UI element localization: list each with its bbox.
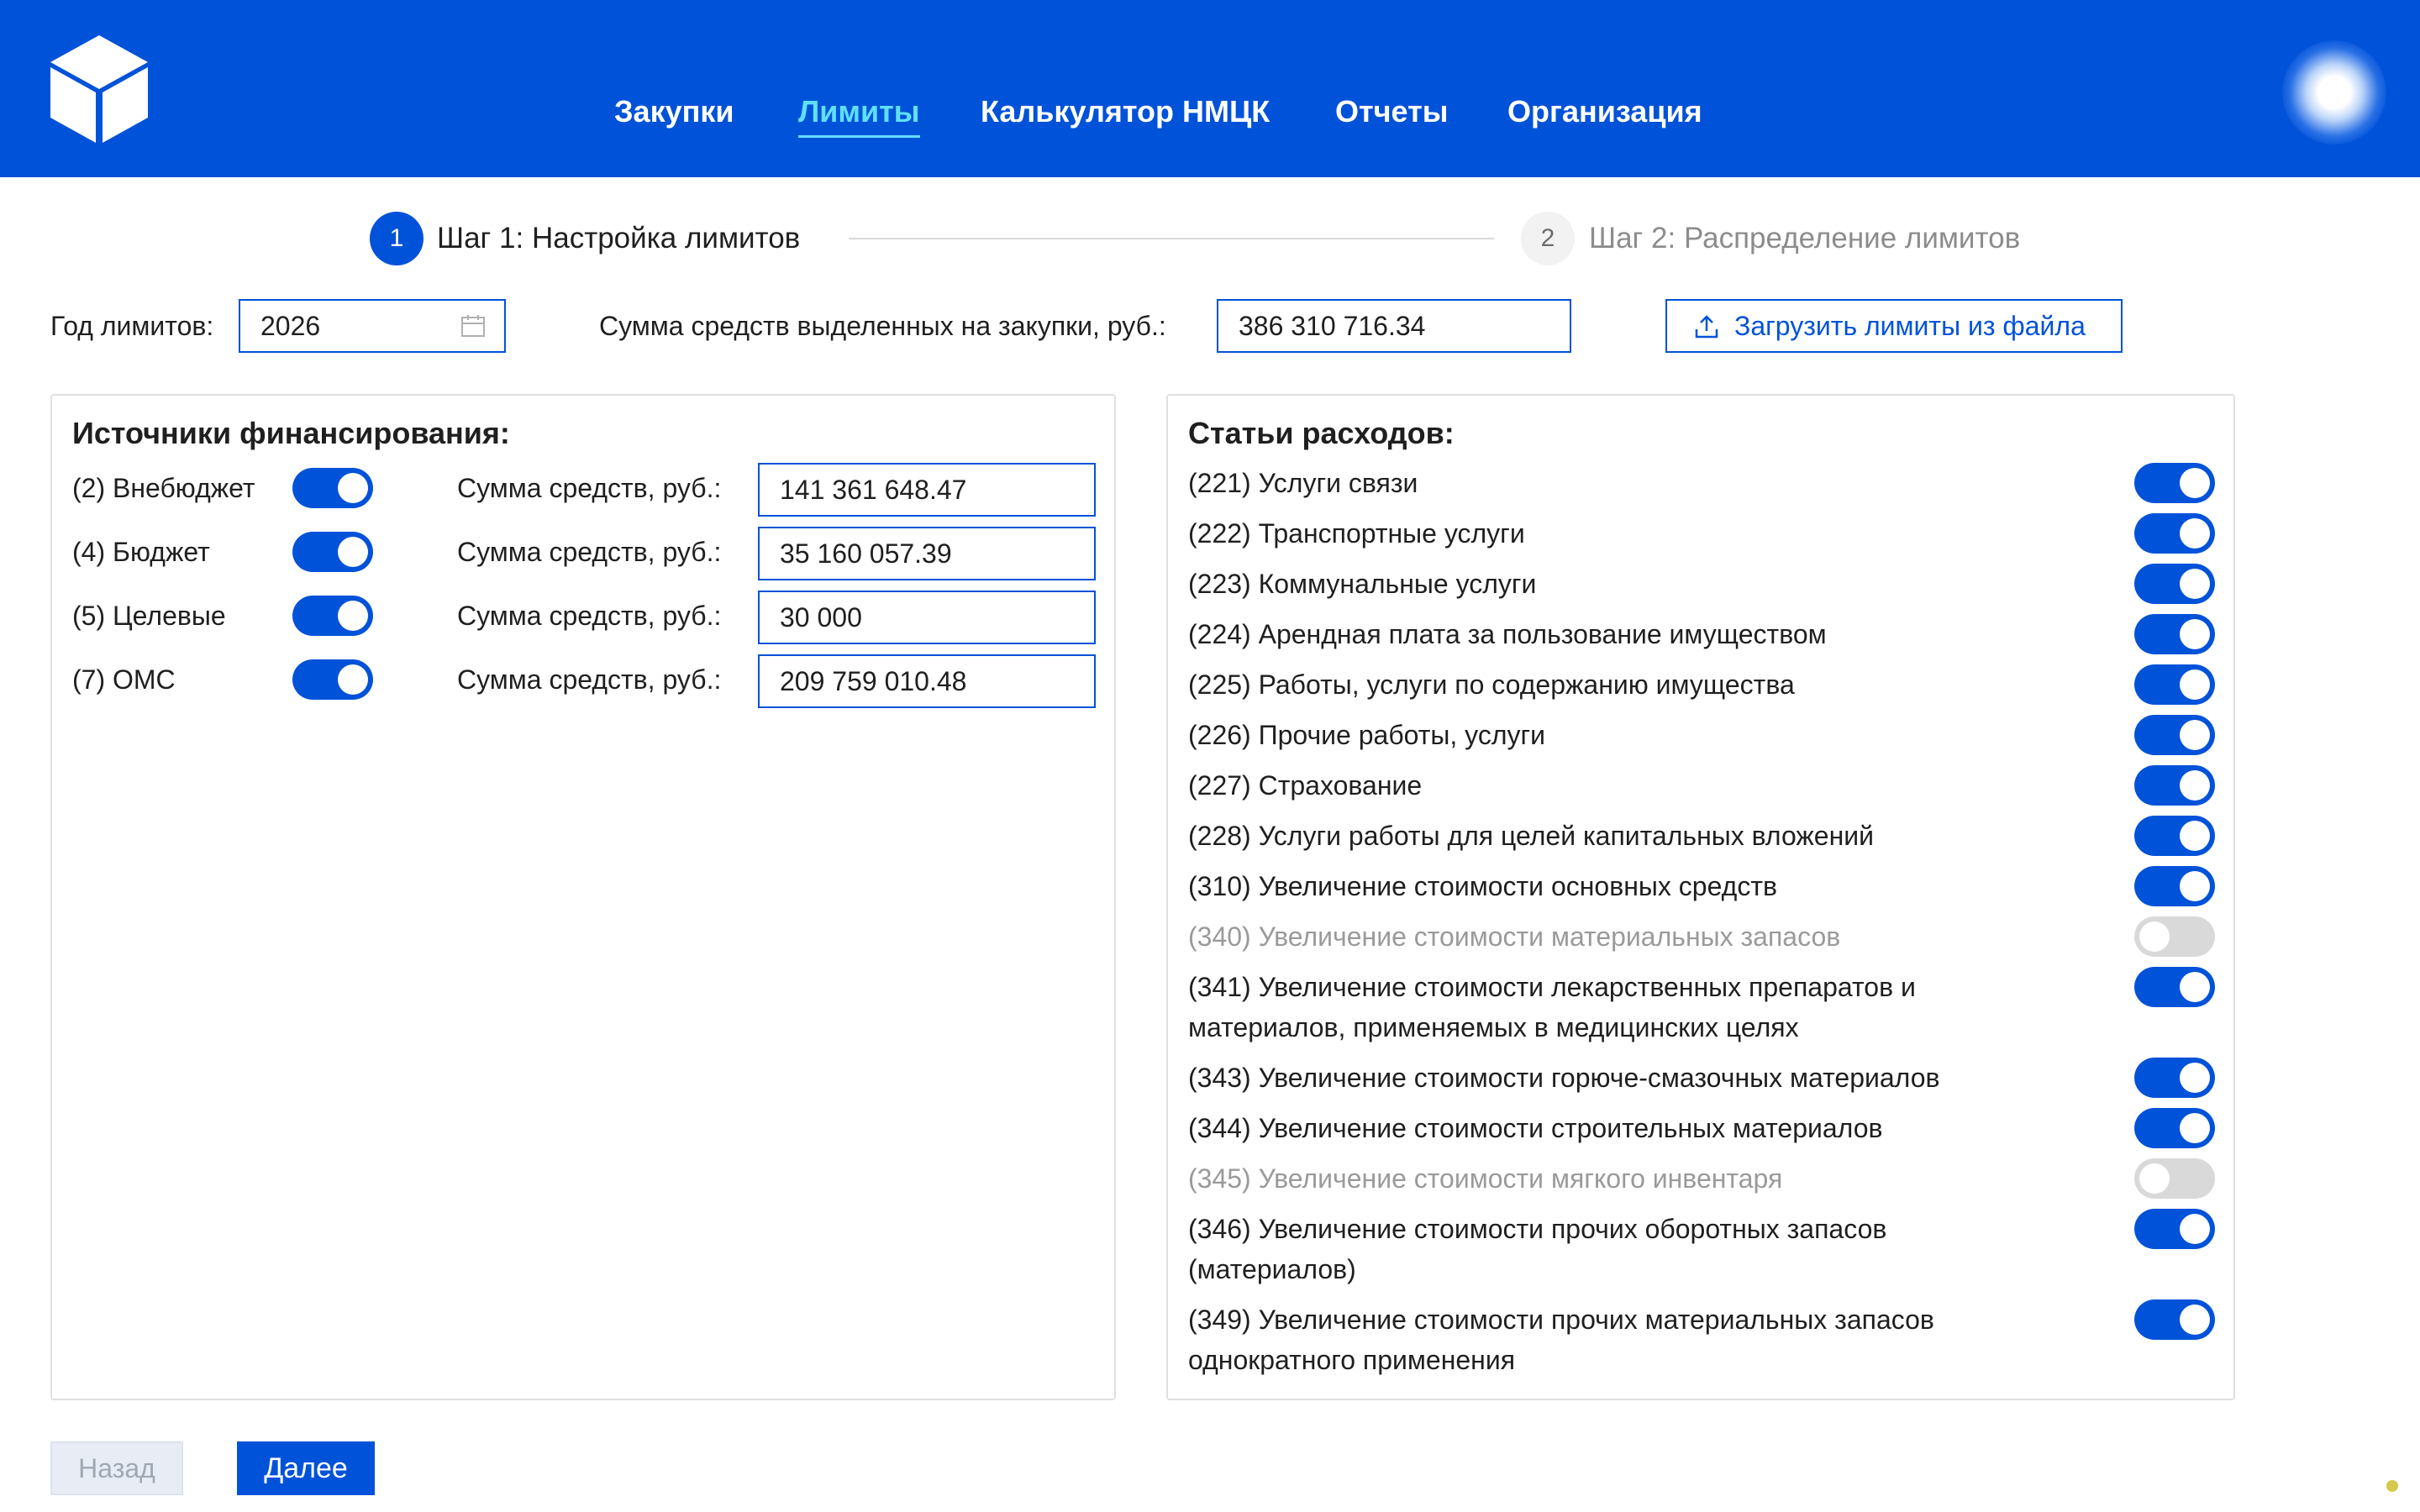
source-amount-label: Сумма средств, руб.:	[457, 537, 722, 567]
year-input[interactable]: 2026	[239, 299, 506, 353]
expense-toggle[interactable]	[2134, 967, 2215, 1007]
upload-button-label: Загрузить лимиты из файла	[1734, 311, 2086, 341]
source-amount-value: 209 759 010.48	[780, 666, 967, 696]
expense-label: (228) Услуги работы для целей капитальны…	[1188, 821, 1875, 851]
expense-toggle[interactable]	[2134, 765, 2215, 806]
source-label: (7) ОМС	[72, 664, 176, 695]
step-1-label[interactable]: Шаг 1: Настройка лимитов	[437, 212, 800, 265]
step-2-label[interactable]: Шаг 2: Распределение лимитов	[1589, 212, 2020, 265]
nav-item-zakupki[interactable]: Закупки	[614, 91, 734, 133]
nav-item-nmck-calculator[interactable]: Калькулятор НМЦК	[981, 91, 1270, 133]
cube-logo-icon[interactable]	[47, 32, 151, 146]
expense-label: (343) Увеличение стоимости горюче-смазоч…	[1188, 1063, 1940, 1093]
expense-toggle[interactable]	[2134, 614, 2215, 654]
expense-toggle[interactable]	[2134, 816, 2215, 856]
expense-toggle[interactable]	[2134, 1108, 2215, 1148]
expense-label: (346) Увеличение стоимости прочих оборот…	[1188, 1214, 1887, 1284]
expense-label: (344) Увеличение стоимости строительных …	[1188, 1113, 1883, 1143]
expense-label: (226) Прочие работы, услуги	[1188, 720, 1546, 750]
expense-label: (221) Услуги связи	[1188, 468, 1418, 498]
step-2-number[interactable]: 2	[1521, 212, 1575, 265]
avatar[interactable]	[2282, 40, 2386, 144]
expense-toggle[interactable]	[2134, 1209, 2215, 1249]
expense-label: (341) Увеличение стоимости лекарственных…	[1188, 972, 1916, 1042]
upload-icon	[1695, 315, 1718, 339]
source-label: (4) Бюджет	[72, 537, 210, 567]
expense-toggle[interactable]	[2134, 1058, 2215, 1098]
nav-item-organization[interactable]: Организация	[1507, 91, 1702, 133]
source-toggle[interactable]	[292, 659, 373, 700]
expense-toggle[interactable]	[2134, 916, 2215, 957]
expense-label: (223) Коммунальные услуги	[1188, 569, 1537, 599]
funding-sources-panel: Источники финансирования: (2) Внебюджет …	[50, 394, 1116, 1400]
nav-item-reports[interactable]: Отчеты	[1335, 91, 1448, 133]
expense-toggle[interactable]	[2134, 664, 2215, 705]
source-toggle[interactable]	[292, 532, 373, 572]
source-toggle[interactable]	[292, 596, 373, 636]
expense-label: (349) Увеличение стоимости прочих матери…	[1188, 1305, 1934, 1375]
expense-label: (340) Увеличение стоимости материальных …	[1188, 921, 1841, 952]
total-amount-input[interactable]: 386 310 716.34	[1217, 299, 1571, 353]
upload-limits-button[interactable]: Загрузить лимиты из файла	[1665, 299, 2123, 353]
year-label: Год лимитов:	[50, 311, 214, 341]
year-value: 2026	[260, 311, 321, 341]
status-dot	[2386, 1480, 2398, 1492]
source-amount-label: Сумма средств, руб.:	[457, 664, 722, 695]
back-button[interactable]: Назад	[50, 1441, 183, 1495]
source-amount-label: Сумма средств, руб.:	[457, 601, 722, 631]
expense-articles-title: Статьи расходов:	[1188, 416, 1455, 450]
source-amount-value: 30 000	[780, 602, 862, 633]
expense-label: (310) Увеличение стоимости основных сред…	[1188, 871, 1777, 901]
expense-toggle[interactable]	[2134, 866, 2215, 906]
source-amount-value: 141 361 648.47	[780, 475, 967, 505]
expense-label: (224) Арендная плата за пользование имущ…	[1188, 619, 1827, 649]
source-amount-value: 35 160 057.39	[780, 538, 952, 569]
expense-toggle[interactable]	[2134, 463, 2215, 503]
expense-toggle[interactable]	[2134, 715, 2215, 755]
top-header: Закупки Лимиты Калькулятор НМЦК Отчеты О…	[0, 0, 2420, 177]
total-amount-label: Сумма средств выделенных на закупки, руб…	[599, 311, 1166, 341]
funding-sources-title: Источники финансирования:	[72, 416, 510, 450]
source-amount-label: Сумма средств, руб.:	[457, 473, 722, 503]
expense-articles-panel: Статьи расходов: (221) Услуги связи (222…	[1166, 394, 2235, 1400]
source-amount-input[interactable]: 141 361 648.47	[758, 463, 1096, 517]
expense-toggle[interactable]	[2134, 1299, 2215, 1340]
source-label: (5) Целевые	[72, 601, 226, 631]
stepper-divider	[849, 238, 1494, 239]
expense-label: (345) Увеличение стоимости мягкого инвен…	[1188, 1163, 1783, 1194]
expense-toggle[interactable]	[2134, 564, 2215, 604]
nav-item-limity[interactable]: Лимиты	[798, 91, 920, 138]
expense-label: (225) Работы, услуги по содержанию имуще…	[1188, 669, 1795, 700]
source-amount-input[interactable]: 35 160 057.39	[758, 527, 1096, 580]
source-label: (2) Внебюджет	[72, 473, 255, 503]
next-button[interactable]: Далее	[237, 1441, 375, 1495]
source-amount-input[interactable]: 209 759 010.48	[758, 654, 1096, 708]
expense-label: (227) Страхование	[1188, 770, 1423, 801]
expense-toggle[interactable]	[2134, 1158, 2215, 1199]
source-amount-input[interactable]: 30 000	[758, 591, 1096, 644]
calendar-icon[interactable]	[460, 314, 486, 338]
expense-label: (222) Транспортные услуги	[1188, 518, 1525, 549]
step-1-number[interactable]: 1	[370, 212, 424, 265]
total-amount-value: 386 310 716.34	[1239, 311, 1426, 341]
expense-toggle[interactable]	[2134, 513, 2215, 554]
source-toggle[interactable]	[292, 468, 373, 508]
